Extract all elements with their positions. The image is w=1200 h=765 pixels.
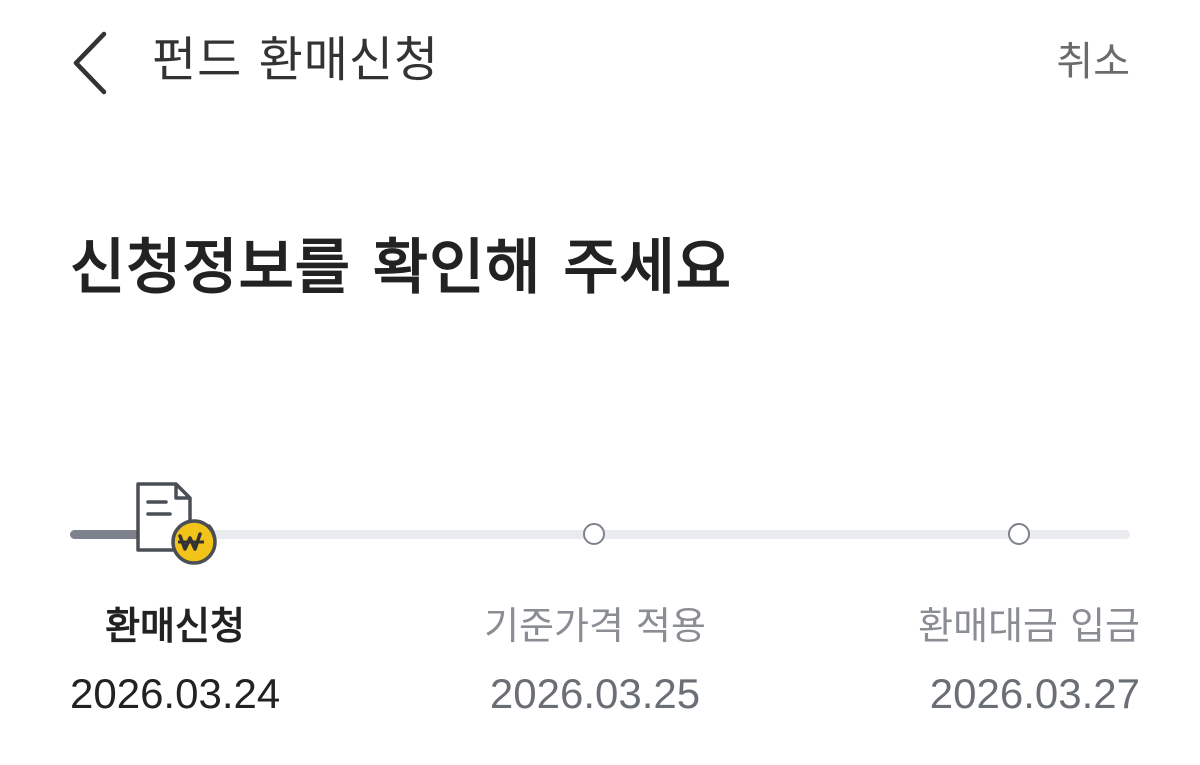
- timeline-node-step-2: [583, 523, 605, 545]
- timeline-step-payment-deposit: 환매대금 입금 2026.03.27: [900, 600, 1140, 720]
- cancel-button[interactable]: 취소: [1056, 34, 1130, 90]
- timeline-step-redemption-request: 환매신청 2026.03.24: [70, 600, 280, 720]
- page-title: 펀드 환매신청: [152, 32, 440, 88]
- header-bar: 펀드 환매신청 취소: [0, 0, 1200, 130]
- step-label: 환매신청: [105, 604, 245, 648]
- step-date: 2026.03.25: [489, 670, 701, 717]
- timeline-step-base-price: 기준가격 적용 2026.03.25: [470, 600, 720, 720]
- timeline-node-step-3: [1008, 523, 1030, 545]
- progress-timeline: [0, 470, 1200, 610]
- step-date: 2026.03.27: [929, 670, 1140, 717]
- back-button[interactable]: [62, 26, 122, 100]
- document-won-icon: [130, 476, 222, 570]
- step-label: 기준가격 적용: [484, 604, 706, 648]
- chevron-left-icon: [73, 31, 107, 95]
- confirm-heading: 신청정보를 확인해 주세요: [70, 233, 732, 303]
- step-date: 2026.03.24: [70, 670, 281, 717]
- step-label: 환매대금 입금: [918, 604, 1140, 648]
